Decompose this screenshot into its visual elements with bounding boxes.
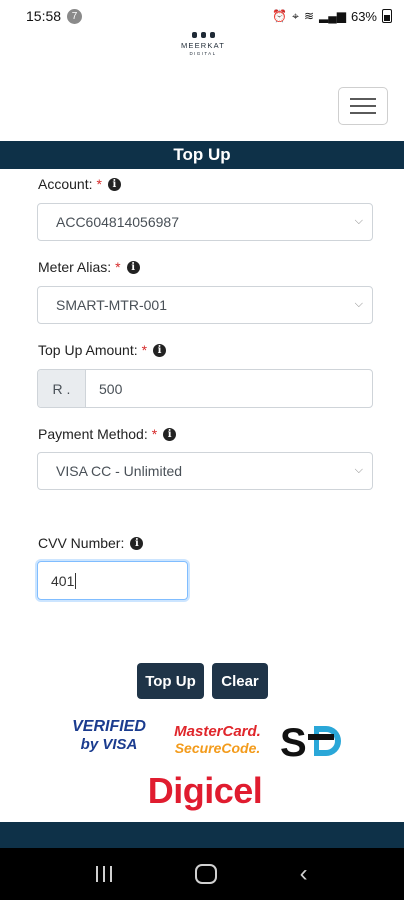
hamburger-icon bbox=[350, 98, 376, 100]
footer-bar bbox=[0, 822, 404, 848]
status-left: 15:58 7 bbox=[26, 8, 83, 24]
meerkat-logo-mark bbox=[172, 32, 234, 38]
required-asterisk: * bbox=[141, 342, 148, 358]
top-up-button[interactable]: Top Up bbox=[137, 663, 204, 699]
logo-sub: DIGITAL bbox=[189, 51, 217, 56]
battery-icon bbox=[382, 9, 392, 23]
top-up-amount-input[interactable]: 500 bbox=[86, 370, 372, 407]
clear-button[interactable]: Clear bbox=[212, 663, 268, 699]
sd-logo: S bbox=[280, 720, 352, 765]
site-header: MEERKAT DIGITAL bbox=[0, 32, 404, 140]
digicel-logo: Digicel bbox=[147, 770, 263, 811]
currency-prefix: R . bbox=[38, 370, 86, 407]
mastercard-securecode-logo: MasterCard. SecureCode. bbox=[174, 723, 261, 757]
page-title-bar: Top Up bbox=[0, 141, 404, 169]
battery-percent: 63% bbox=[350, 8, 377, 24]
status-bar: 15:58 7 ⏰ ⌖ ≋ ▂▄▆ 63% bbox=[0, 0, 404, 32]
account-label: Account: * i bbox=[38, 176, 121, 192]
notification-count-badge: 7 bbox=[67, 8, 83, 24]
meter-alias-label: Meter Alias: * i bbox=[38, 259, 140, 275]
verified-by-visa-logo: VERIFIED by VISA bbox=[72, 718, 146, 753]
chevron-down-icon: ⌵ bbox=[354, 298, 363, 310]
sd-logo-graphic: S bbox=[280, 721, 341, 765]
hamburger-menu-button[interactable] bbox=[338, 87, 388, 125]
top-up-amount-label: Top Up Amount: * i bbox=[38, 342, 167, 358]
signal-icon: ▂▄▆ bbox=[319, 9, 346, 23]
payment-method-label: Payment Method: * i bbox=[38, 426, 177, 442]
back-icon[interactable]: ‹ bbox=[300, 862, 308, 886]
required-asterisk: * bbox=[151, 426, 158, 442]
required-asterisk: * bbox=[96, 176, 102, 192]
wifi-icon: ≋ bbox=[303, 9, 314, 23]
text-caret bbox=[75, 572, 77, 589]
svg-text:S: S bbox=[280, 721, 307, 762]
cvv-label: CVV Number: i bbox=[38, 535, 144, 551]
info-icon[interactable]: i bbox=[153, 343, 167, 357]
payment-method-select[interactable]: VISA CC - Unlimited ⌵ bbox=[37, 452, 373, 490]
status-icons: ⏰ ⌖ ≋ ▂▄▆ 63% bbox=[272, 9, 392, 24]
page-title: Top Up bbox=[173, 145, 231, 164]
chevron-down-icon: ⌵ bbox=[354, 464, 363, 476]
top-up-amount-group: R . 500 bbox=[37, 369, 373, 408]
meerkat-logo[interactable]: MEERKAT DIGITAL bbox=[172, 32, 234, 56]
logo-name: MEERKAT bbox=[180, 41, 226, 50]
info-icon[interactable]: i bbox=[130, 536, 144, 550]
status-time: 15:58 bbox=[26, 8, 62, 24]
info-icon[interactable]: i bbox=[163, 427, 177, 441]
location-icon: ⌖ bbox=[292, 8, 299, 23]
meter-alias-select[interactable]: SMART-MTR-001 ⌵ bbox=[37, 286, 373, 324]
android-navigation-bar: ‹ bbox=[0, 848, 404, 900]
chevron-down-icon: ⌵ bbox=[354, 215, 363, 227]
info-icon[interactable]: i bbox=[107, 177, 121, 191]
cvv-input[interactable]: 401 bbox=[37, 561, 188, 600]
required-asterisk: * bbox=[115, 259, 121, 275]
account-select[interactable]: ACC604814056987 ⌵ bbox=[37, 203, 373, 241]
recent-apps-icon[interactable] bbox=[96, 866, 113, 882]
alarm-icon: ⏰ bbox=[272, 9, 288, 23]
info-icon[interactable]: i bbox=[126, 260, 140, 274]
home-icon[interactable] bbox=[194, 864, 217, 884]
